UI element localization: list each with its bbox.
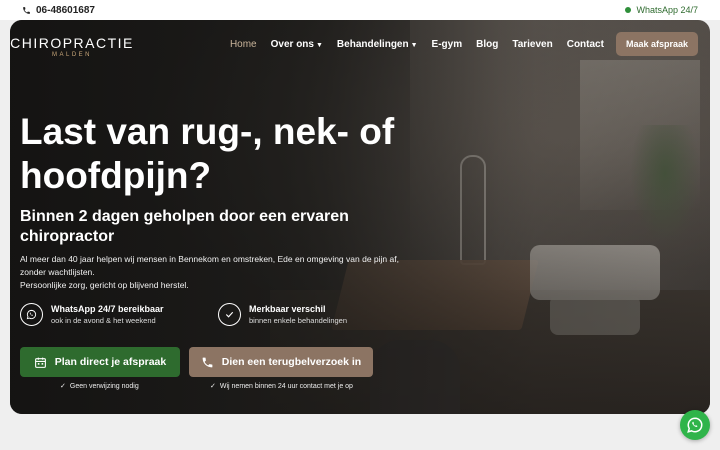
whatsapp-top-link[interactable]: WhatsApp 24/7 — [625, 5, 698, 15]
nav-menu: Home Over ons ▼ Behandelingen ▼ E-gym Blog… — [230, 39, 604, 50]
check-icon: ✓ — [210, 383, 216, 390]
feature-result: Merkbaar verschil binnen enkele behandel… — [218, 303, 347, 326]
check-icon — [218, 303, 241, 326]
nav-item-label: Behandelingen — [336, 38, 409, 50]
hero-intro: Al meer dan 40 jaar helpen wij mensen in… — [20, 253, 420, 292]
callback-request-button[interactable]: Dien een terugbelverzoek in — [189, 347, 373, 377]
note-callback: ✓ Wij nemen binnen 24 uur contact met je… — [210, 382, 353, 391]
nav-item-home[interactable]: Home — [230, 39, 257, 50]
chevron-down-icon: ▼ — [410, 41, 418, 49]
hero-section: CHIROPRACTIE MALDEN Home Over ons ▼ Behan… — [10, 20, 710, 414]
hero-title: Last van rug-, nek- of hoofdpijn? — [20, 111, 395, 196]
logo[interactable]: CHIROPRACTIE MALDEN — [10, 35, 132, 58]
whatsapp-icon — [687, 417, 703, 433]
whatsapp-icon — [20, 303, 43, 326]
feature-sub: binnen enkele behandelingen — [249, 316, 348, 325]
nav-item-label: Over ons — [270, 38, 314, 50]
feature-title: Merkbaar verschil — [249, 304, 326, 314]
note-no-referral: ✓ Geen verwijzing nodig — [60, 382, 139, 391]
nav-item-tarieven[interactable]: Tarieven — [512, 39, 552, 50]
feature-sub: ook in de avond & het weekend — [51, 316, 156, 325]
hero-intro-line2: Persoonlijke zorg, gericht op blijvend h… — [20, 280, 189, 290]
logo-sub: MALDEN — [51, 51, 92, 58]
plan-appointment-label: Plan direct je afspraak — [54, 356, 167, 368]
nav-item-contact[interactable]: Contact — [567, 39, 604, 50]
main-nav: CHIROPRACTIE MALDEN Home Over ons ▼ Behan… — [10, 20, 710, 68]
phone-icon — [23, 6, 30, 14]
phone-icon — [202, 357, 213, 367]
make-appointment-button[interactable]: Maak afspraak — [615, 32, 698, 56]
online-dot-icon — [625, 7, 632, 13]
hero-subtitle: Binnen 2 dagen geholpen door een ervaren… — [20, 208, 349, 245]
nav-item-e-gym[interactable]: E-gym — [432, 39, 463, 50]
top-bar: 06-48601687 WhatsApp 24/7 — [0, 0, 720, 20]
callback-request-label: Dien een terugbelverzoek in — [221, 356, 362, 368]
phone-number: 06-48601687 — [36, 4, 95, 16]
note-text: Geen verwijzing nodig — [69, 382, 139, 390]
phone-link[interactable]: 06-48601687 — [22, 5, 95, 16]
note-text: Wij nemen binnen 24 uur contact met je o… — [219, 382, 353, 390]
calendar-icon — [34, 357, 46, 368]
nav-item-blog[interactable]: Blog — [476, 39, 498, 50]
plan-appointment-button[interactable]: Plan direct je afspraak — [20, 347, 180, 377]
feature-whatsapp: WhatsApp 24/7 bereikbaar ook in de avond… — [20, 303, 164, 326]
hero-intro-line1: Al meer dan 40 jaar helpen wij mensen in… — [20, 254, 399, 277]
nav-item-behandelingen[interactable]: Behandelingen ▼ — [337, 39, 418, 50]
whatsapp-float-button[interactable] — [680, 410, 710, 440]
logo-main: CHIROPRACTIE — [10, 34, 134, 51]
chevron-down-icon: ▼ — [315, 41, 323, 49]
nav-item-over-ons[interactable]: Over ons ▼ — [271, 39, 323, 50]
whatsapp-top-label: WhatsApp 24/7 — [636, 5, 698, 15]
check-icon: ✓ — [60, 383, 66, 390]
feature-title: WhatsApp 24/7 bereikbaar — [51, 304, 164, 314]
